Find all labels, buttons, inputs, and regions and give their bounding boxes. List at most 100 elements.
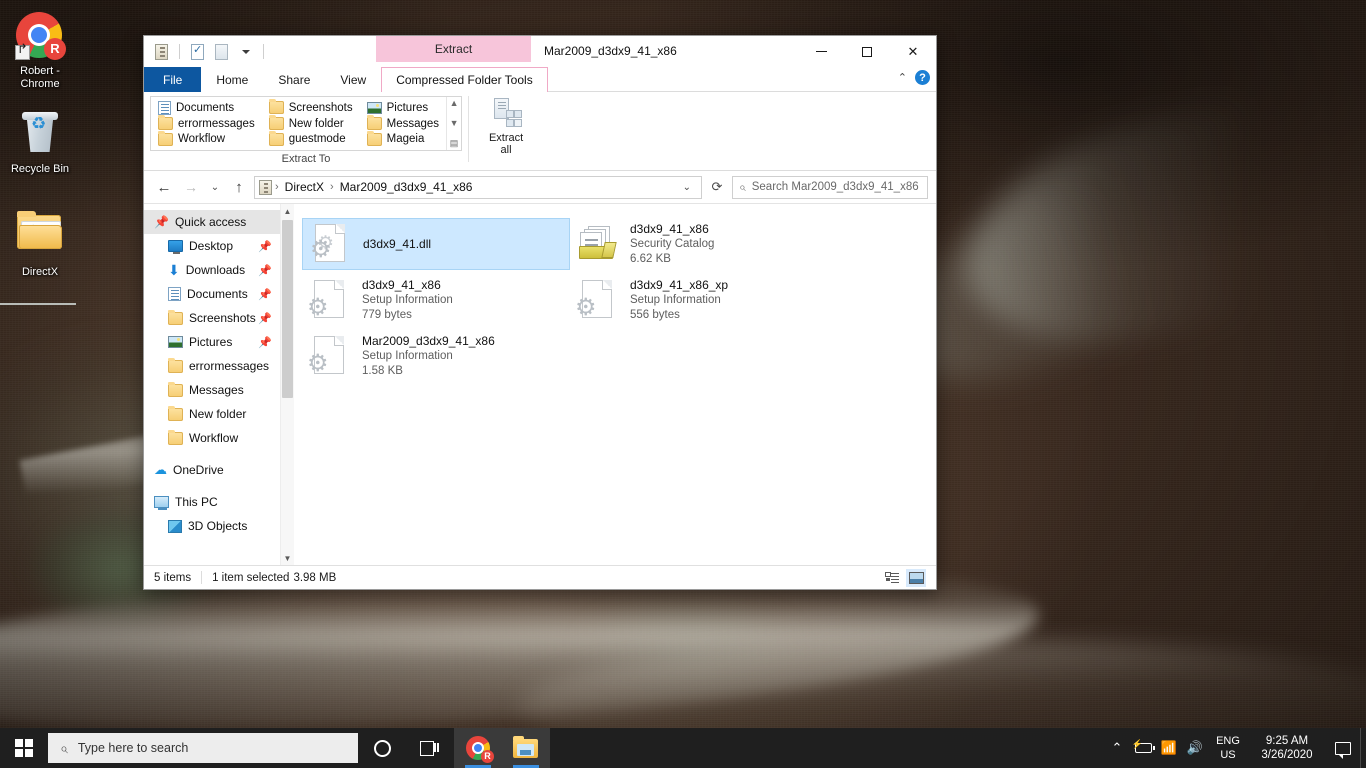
sidebar-item-workflow[interactable]: Workflow <box>144 426 294 450</box>
help-icon[interactable]: ? <box>915 70 930 85</box>
tab-share[interactable]: Share <box>263 67 325 92</box>
up-button[interactable]: ↑ <box>227 175 251 199</box>
show-hidden-icons-button[interactable]: ⌃ <box>1104 728 1130 768</box>
gallery-item-mageia[interactable]: Mageia <box>364 131 442 147</box>
gallery-item-pictures[interactable]: Pictures <box>364 100 442 116</box>
cortana-button[interactable] <box>358 728 406 768</box>
scroll-down-icon[interactable]: ▼ <box>281 551 294 565</box>
sidebar-item-this-pc[interactable]: This PC <box>144 490 294 514</box>
taskbar-search-input[interactable]: ⌕ Type here to search <box>48 733 358 763</box>
language-line-2: US <box>1210 748 1246 762</box>
task-view-button[interactable] <box>406 728 454 768</box>
sidebar-item-documents[interactable]: Documents 📌 <box>144 282 294 306</box>
close-button[interactable]: ✕ <box>890 36 936 67</box>
file-explorer-window[interactable]: Extract Mar2009_d3dx9_41_x86 ✕ File Home… <box>143 35 937 590</box>
extract-to-gallery[interactable]: Documents errormessages Workflow <box>150 96 462 151</box>
title-bar[interactable]: Extract Mar2009_d3dx9_41_x86 ✕ <box>144 36 936 67</box>
tab-compressed-folder-tools[interactable]: Compressed Folder Tools <box>381 67 548 92</box>
navigation-pane-scrollbar[interactable]: ▲ ▼ <box>280 204 294 565</box>
breadcrumb-current[interactable]: Mar2009_d3dx9_41_x86 <box>337 180 476 194</box>
recycle-bin-icon <box>16 110 64 158</box>
volume-button[interactable]: 🔊 <box>1182 728 1208 768</box>
search-box[interactable]: ⌕ Search Mar2009_d3dx9_41_x86 <box>732 176 928 199</box>
ribbon-controls[interactable]: ⌃ ? <box>898 70 930 85</box>
language-indicator[interactable]: ENG US <box>1208 734 1248 762</box>
gallery-item-guestmode[interactable]: guestmode <box>266 131 356 147</box>
address-dropdown-icon[interactable]: ⌄ <box>677 182 697 193</box>
new-folder-icon[interactable] <box>212 42 231 61</box>
chevron-down-icon[interactable] <box>236 42 255 61</box>
minimize-button[interactable] <box>798 36 844 67</box>
ribbon-panel[interactable]: Documents errormessages Workflow <box>144 92 936 171</box>
ribbon-tab-bar[interactable]: File Home Share View Compressed Folder T… <box>144 67 936 92</box>
sidebar-item-downloads[interactable]: ⬇ Downloads 📌 <box>144 258 294 282</box>
volume-icon: 🔊 <box>1187 740 1203 756</box>
address-bar[interactable]: › DirectX › Mar2009_d3dx9_41_x86 ⌄ <box>254 176 702 199</box>
taskbar-app-chrome[interactable]: R <box>454 728 502 768</box>
recent-locations-button[interactable]: ⌄ <box>206 175 224 199</box>
gallery-item-new-folder[interactable]: New folder <box>266 116 356 132</box>
gallery-item-workflow[interactable]: Workflow <box>155 131 258 147</box>
file-column-1: ⚙ ⚙ d3dx9_41.dll ⚙ <box>302 218 570 386</box>
back-button[interactable]: ← <box>152 175 176 199</box>
gallery-item-messages[interactable]: Messages <box>364 116 442 132</box>
desktop-icon-directx[interactable]: DirectX <box>2 208 78 279</box>
file-item-d3dx9-41-dll[interactable]: ⚙ ⚙ d3dx9_41.dll <box>302 218 570 270</box>
file-list-pane[interactable]: ⚙ ⚙ d3dx9_41.dll ⚙ <box>294 204 936 565</box>
tab-view[interactable]: View <box>325 67 381 92</box>
chevron-down-icon: ⌄ <box>211 182 219 193</box>
sidebar-item-messages[interactable]: Messages <box>144 378 294 402</box>
action-center-button[interactable] <box>1326 728 1360 768</box>
large-icons-view-button[interactable] <box>906 569 926 587</box>
properties-icon[interactable] <box>188 42 207 61</box>
forward-button[interactable]: → <box>179 175 203 199</box>
gallery-item-documents[interactable]: Documents <box>155 100 258 116</box>
sidebar-item-onedrive[interactable]: ☁ OneDrive <box>144 458 294 482</box>
system-tray[interactable]: ⌃ ⚡ 📶 🔊 ENG US 9:25 AM 3/26/2020 <box>1104 728 1366 768</box>
show-desktop-button[interactable] <box>1360 728 1366 768</box>
refresh-button[interactable]: ⟳ <box>705 176 729 199</box>
quick-access-toolbar[interactable] <box>144 36 273 67</box>
clock[interactable]: 9:25 AM 3/26/2020 <box>1248 734 1326 762</box>
details-view-button[interactable] <box>882 569 902 587</box>
scroll-up-icon[interactable]: ▲ <box>450 99 459 108</box>
zip-folder-icon[interactable] <box>152 42 171 61</box>
file-item-d3dx9-41-x86-cat[interactable]: d3dx9_41_x86 Security Catalog 6.62 KB <box>570 218 838 270</box>
sidebar-item-desktop[interactable]: Desktop 📌 <box>144 234 294 258</box>
maximize-button[interactable] <box>844 36 890 67</box>
taskbar[interactable]: ⌕ Type here to search R ⌃ <box>0 728 1366 768</box>
battery-button[interactable]: ⚡ <box>1130 728 1156 768</box>
gallery-item-screenshots[interactable]: Screenshots <box>266 100 356 116</box>
file-item-d3dx9-41-x86-xp-inf[interactable]: ⚙ d3dx9_41_x86_xp Setup Information 556 … <box>570 274 838 326</box>
sidebar-item-pictures[interactable]: Pictures 📌 <box>144 330 294 354</box>
file-item-d3dx9-41-x86-inf[interactable]: ⚙ d3dx9_41_x86 Setup Information 779 byt… <box>302 274 570 326</box>
breadcrumb-directx[interactable]: DirectX <box>282 180 327 194</box>
window-controls[interactable]: ✕ <box>798 36 936 67</box>
gallery-item-errormessages[interactable]: errormessages <box>155 116 258 132</box>
sidebar-item-quick-access[interactable]: 📌 Quick access <box>144 210 294 234</box>
file-item-mar2009-d3dx9-41-x86-inf[interactable]: ⚙ Mar2009_d3dx9_41_x86 Setup Information… <box>302 330 570 382</box>
start-button[interactable] <box>0 728 48 768</box>
chevron-up-icon[interactable]: ⌃ <box>898 71 907 84</box>
scroll-down-icon[interactable]: ▼ <box>450 119 459 128</box>
sidebar-item-new-folder[interactable]: New folder <box>144 402 294 426</box>
folder-icon <box>269 133 284 146</box>
desktop[interactable]: R Robert - Chrome Recycle Bin DirectX <box>0 0 1366 768</box>
desktop-icon-chrome[interactable]: R Robert - Chrome <box>2 12 78 91</box>
network-button[interactable]: 📶 <box>1156 728 1182 768</box>
sidebar-item-screenshots[interactable]: Screenshots 📌 <box>144 306 294 330</box>
scrollbar-thumb[interactable] <box>282 220 293 398</box>
navigation-pane[interactable]: 📌 Quick access Desktop 📌 ⬇ Downloads 📌 <box>144 204 294 565</box>
desktop-icon-recycle-bin[interactable]: Recycle Bin <box>2 108 78 176</box>
taskbar-app-file-explorer[interactable] <box>502 728 550 768</box>
gallery-scrollbar[interactable]: ▲ ▼ ▤ <box>446 97 461 150</box>
sidebar-item-errormessages[interactable]: errormessages <box>144 354 294 378</box>
view-mode-buttons[interactable] <box>882 569 932 587</box>
extract-all-button[interactable]: Extract all <box>475 96 537 156</box>
tab-home[interactable]: Home <box>201 67 263 92</box>
address-bar-row[interactable]: ← → ⌄ ↑ › DirectX › Mar2009_d3dx9_41_x86… <box>144 171 936 203</box>
scroll-up-icon[interactable]: ▲ <box>281 204 294 218</box>
gallery-more-icon[interactable]: ▤ <box>450 139 459 148</box>
sidebar-item-3d-objects[interactable]: 3D Objects <box>144 514 294 538</box>
tab-file[interactable]: File <box>144 67 201 92</box>
